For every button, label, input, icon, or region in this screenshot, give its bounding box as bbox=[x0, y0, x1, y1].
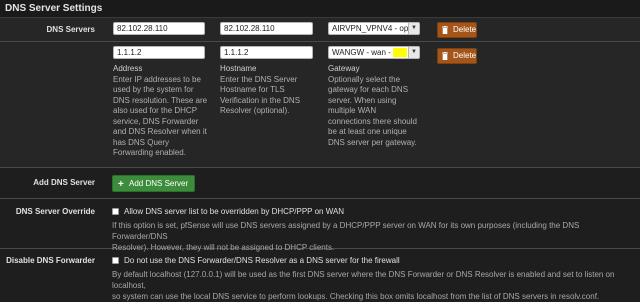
gateway-select-value: AIRVPN_VPNV4 - opt bbox=[332, 24, 411, 33]
dns-hostname-input[interactable]: 82.102.28.110 bbox=[220, 22, 313, 35]
help-line: connections there should bbox=[328, 116, 417, 126]
gateway-select-value: WANGW - wan - bbox=[332, 48, 391, 57]
help-line: service, DNS Forwarder bbox=[113, 116, 199, 126]
description-line: so system can use the local DNS service … bbox=[112, 292, 600, 301]
dns-address-input[interactable]: 1.1.1.2 bbox=[113, 46, 205, 59]
help-line: gateway for each DNS bbox=[328, 85, 409, 94]
help-line: server. When using bbox=[328, 95, 397, 105]
disable-forwarder-checkbox-label: Do not use the DNS Forwarder/DNS Resolve… bbox=[124, 256, 400, 265]
chevron-down-icon: ▼ bbox=[408, 47, 419, 58]
dns-override-description: If this option is set, pfSense will use … bbox=[112, 220, 637, 253]
delete-button-label: Delete bbox=[453, 25, 477, 34]
hostname-help: Hostname Enter the DNS Server Hostname f… bbox=[220, 64, 320, 117]
disable-forwarder-checkbox[interactable] bbox=[112, 257, 119, 264]
panel-heading: DNS Server Settings bbox=[0, 0, 640, 18]
dns-servers-label: DNS Servers bbox=[46, 25, 95, 34]
help-line: used by the system for bbox=[113, 85, 194, 94]
delete-button[interactable]: Delete bbox=[437, 22, 477, 38]
help-line: Forwarding enabled. bbox=[113, 148, 186, 157]
delete-button-label: Delete bbox=[453, 51, 477, 60]
help-line: multiple WAN bbox=[328, 106, 377, 115]
help-line: Enter IP addresses to be bbox=[113, 74, 201, 84]
address-help: Address Enter IP addresses to be used by… bbox=[113, 64, 213, 159]
plus-icon: + bbox=[118, 179, 124, 190]
address-help-caption: Address bbox=[113, 64, 143, 73]
panel-title: DNS Server Settings bbox=[5, 3, 103, 14]
dns-override-checkbox-label: Allow DNS server list to be overridden b… bbox=[124, 207, 345, 216]
help-line: DNS server per gateway. bbox=[328, 137, 417, 147]
chevron-down-icon: ▼ bbox=[408, 23, 419, 34]
help-line: also used for the DHCP bbox=[113, 106, 198, 115]
help-line: DNS resolution. These are bbox=[113, 95, 208, 105]
help-line: Verification in the DNS bbox=[220, 95, 301, 105]
dns-hostname-input[interactable]: 1.1.1.2 bbox=[220, 46, 313, 59]
trash-icon bbox=[442, 52, 448, 60]
hostname-help-caption: Hostname bbox=[220, 64, 257, 73]
disable-forwarder-label: Disable DNS Forwarder bbox=[6, 256, 95, 265]
dns-address-input[interactable]: 82.102.28.110 bbox=[113, 22, 205, 35]
description-line: If this option is set, pfSense will use … bbox=[112, 221, 580, 241]
description-line: Resolver). However, they will not be ass… bbox=[112, 243, 335, 252]
divider bbox=[0, 198, 640, 199]
delete-button[interactable]: Delete bbox=[437, 48, 477, 64]
gateway-help: Gateway Optionally select the gateway fo… bbox=[328, 64, 428, 148]
help-line: Optionally select the bbox=[328, 74, 401, 84]
help-line: Enter the DNS Server bbox=[220, 74, 298, 84]
description-line: By default localhost (127.0.0.1) will be… bbox=[112, 270, 615, 290]
help-line: and DNS Resolver when it bbox=[113, 127, 207, 136]
trash-icon bbox=[442, 26, 448, 34]
help-line: be at least one unique bbox=[328, 127, 407, 136]
dns-override-label: DNS Server Override bbox=[15, 207, 95, 216]
row-background bbox=[0, 18, 640, 41]
gateway-help-caption: Gateway bbox=[328, 64, 360, 73]
dns-override-checkbox[interactable] bbox=[112, 208, 119, 215]
help-line: Hostname for TLS bbox=[220, 85, 285, 94]
gateway-select[interactable]: AIRVPN_VPNV4 - opt ▼ bbox=[328, 22, 420, 35]
gateway-select[interactable]: WANGW - wan - ▼ bbox=[328, 46, 420, 59]
add-dns-label: Add DNS Server bbox=[33, 178, 95, 187]
row-background bbox=[0, 42, 640, 167]
redaction-highlight bbox=[393, 48, 408, 57]
add-dns-server-button[interactable]: + Add DNS Server bbox=[112, 175, 196, 192]
divider bbox=[0, 167, 640, 168]
disable-forwarder-description: By default localhost (127.0.0.1) will be… bbox=[112, 269, 637, 302]
help-line: has DNS Query bbox=[113, 137, 170, 147]
add-dns-server-button-label: Add DNS Server bbox=[129, 179, 189, 188]
help-line: Resolver (optional). bbox=[220, 106, 290, 115]
